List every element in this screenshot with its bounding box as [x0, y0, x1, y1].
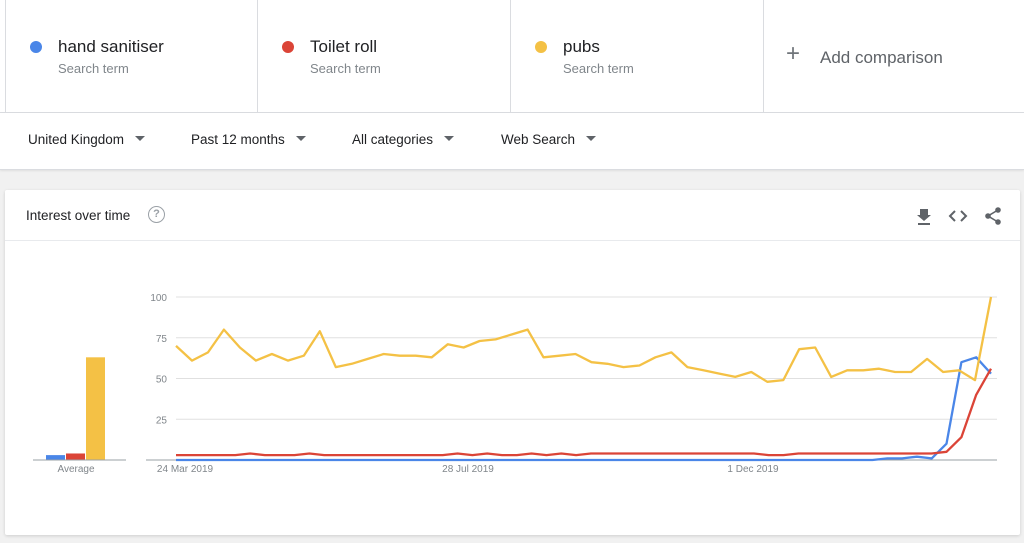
term-type: Search term: [58, 61, 129, 76]
search-terms-bar: hand sanitiser Search term Toilet roll S…: [0, 0, 1024, 113]
series-color-dot: [30, 41, 42, 53]
term-card-toilet-roll[interactable]: Toilet roll Search term: [258, 0, 511, 112]
term-type: Search term: [310, 61, 381, 76]
share-icon[interactable]: [983, 206, 1003, 226]
category-dropdown[interactable]: All categories: [352, 132, 455, 147]
term-type: Search term: [563, 61, 634, 76]
category-dropdown-label: All categories: [352, 132, 434, 147]
search-type-dropdown-label: Web Search: [501, 132, 576, 147]
x-tick-label: 28 Jul 2019: [442, 464, 494, 475]
chevron-down-icon: [295, 135, 306, 141]
region-dropdown[interactable]: United Kingdom: [28, 132, 146, 147]
chevron-down-icon: [444, 135, 455, 141]
term-card-pubs[interactable]: pubs Search term: [511, 0, 764, 112]
x-tick-label: 24 Mar 2019: [157, 464, 214, 475]
average-bar: [86, 357, 105, 460]
y-tick-label: 25: [156, 415, 168, 426]
average-label: Average: [57, 464, 95, 475]
series-color-dot: [535, 41, 547, 53]
add-comparison-label: Add comparison: [820, 48, 943, 67]
y-tick-label: 100: [150, 293, 167, 304]
x-tick-label: 1 Dec 2019: [727, 464, 779, 475]
term-name[interactable]: Toilet roll: [310, 37, 377, 57]
embed-code-icon[interactable]: [948, 206, 968, 226]
average-bar: [66, 453, 85, 460]
interest-chart: 100 75 50 25 24 Mar 2019 28 Jul 2019 1 Dec 201…: [33, 293, 997, 475]
series-line-toilet-roll: [176, 368, 993, 457]
series-color-dot: [282, 41, 294, 53]
search-type-dropdown[interactable]: Web Search: [501, 132, 597, 147]
card-title: Interest over time: [26, 208, 131, 223]
series-line-hand-sanitiser: [176, 356, 992, 462]
y-tick-label: 50: [156, 375, 168, 386]
chevron-down-icon: [135, 135, 146, 141]
add-comparison-button[interactable]: + Add comparison: [764, 0, 1024, 112]
series-line-pubs: [175, 296, 993, 383]
time-range-dropdown-label: Past 12 months: [191, 132, 285, 147]
time-range-dropdown[interactable]: Past 12 months: [191, 132, 306, 147]
filter-bar: United Kingdom Past 12 months All catego…: [0, 113, 1024, 170]
card-header: Interest over time ?: [5, 190, 1020, 241]
term-name[interactable]: pubs: [563, 37, 600, 57]
plus-icon: +: [786, 40, 801, 67]
y-tick-label: 75: [156, 334, 168, 345]
download-icon[interactable]: [914, 206, 934, 226]
help-icon[interactable]: ?: [148, 206, 165, 223]
average-bar: [46, 455, 65, 460]
region-dropdown-label: United Kingdom: [28, 132, 125, 147]
chevron-down-icon: [586, 135, 597, 141]
term-name[interactable]: hand sanitiser: [58, 37, 164, 57]
interest-over-time-card: Interest over time ? 100 75 50 25 24 Mar 201…: [5, 190, 1020, 535]
term-card-hand-sanitiser[interactable]: hand sanitiser Search term: [5, 0, 258, 112]
